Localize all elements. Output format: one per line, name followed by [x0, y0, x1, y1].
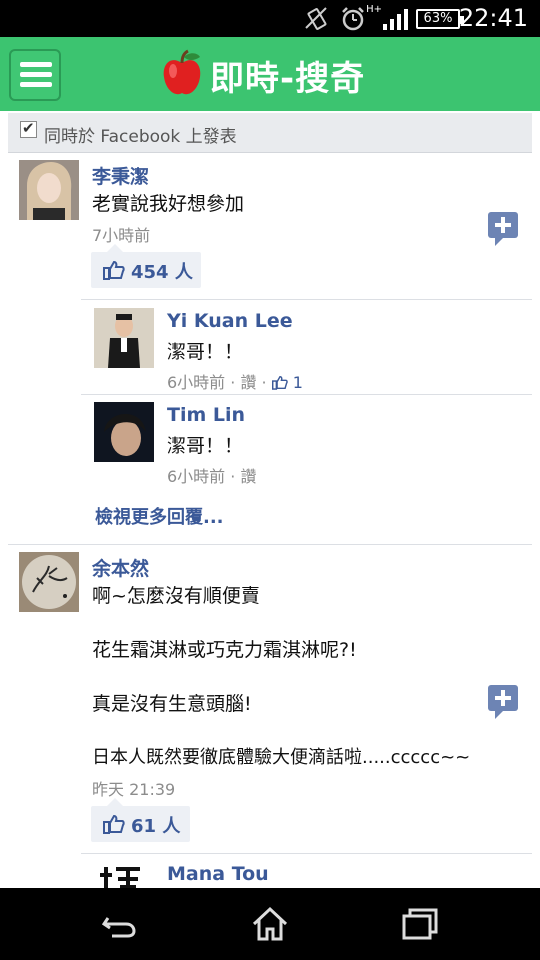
comment-time: 昨天 21:39 [92, 780, 176, 799]
like-count: 61 人 [131, 816, 181, 837]
reply-time: 6小時前 · 讚 [167, 467, 257, 486]
vibrate-icon [305, 7, 327, 30]
commenter-name[interactable]: 李秉潔 [92, 162, 149, 189]
share-checkbox[interactable] [20, 119, 37, 138]
avatar[interactable] [19, 552, 79, 612]
alarm-icon [342, 7, 364, 31]
comment-text: 啊~怎麼沒有順便賣 [92, 585, 260, 607]
thumbs-up-icon [271, 375, 288, 390]
comment-text: 花生霜淇淋或巧克力霜淇淋呢?! [92, 639, 357, 661]
like-count-box[interactable]: 454 人 [91, 244, 201, 288]
divider [81, 299, 532, 300]
system-nav-bar [0, 888, 540, 960]
reply-like-count: 1 [292, 373, 303, 392]
reply-time: 6小時前 · 讚 · [167, 373, 272, 392]
thumbs-up-icon [103, 814, 125, 834]
divider [81, 853, 532, 854]
comment-text: 老實說我好想參加 [92, 193, 245, 215]
network-type: H+ [366, 4, 382, 15]
app-title: 即時-搜奇 [210, 59, 366, 99]
comment-text: 真是沒有生意頭腦! [92, 693, 252, 715]
status-bar: H+ 63% 22:41 [0, 0, 540, 37]
reply-meta: 6小時前 · 讚 · 1 [167, 369, 303, 393]
avatar[interactable] [94, 861, 154, 888]
comment-time: 7小時前 [92, 226, 151, 245]
commenter-name[interactable]: 余本然 [92, 554, 149, 581]
reply-author-name[interactable]: Tim Lin [167, 404, 245, 426]
signal-icon [383, 9, 408, 30]
facebook-share-option[interactable]: 同時於 Facebook 上發表 [8, 113, 532, 153]
hamburger-icon[interactable] [9, 49, 61, 101]
reply-plus-icon[interactable] [487, 211, 519, 247]
facebook-share-label: 同時於 Facebook 上發表 [44, 127, 237, 147]
reply-author-name[interactable]: Mana Tou [167, 863, 269, 885]
like-count: 454 人 [131, 262, 193, 283]
reply-text: 潔哥！！ [167, 435, 244, 457]
avatar[interactable] [94, 402, 154, 462]
apple-icon [163, 49, 201, 95]
app-header: 即時-搜奇 [0, 37, 540, 111]
home-icon[interactable] [250, 904, 290, 944]
reply-plus-icon[interactable] [487, 684, 519, 720]
reply-text: 潔哥！！ [167, 341, 244, 363]
reply-author-name[interactable]: Yi Kuan Lee [167, 310, 293, 332]
comment-text: 日本人既然要徹底體驗大便滴話啦.....ccccc~~ [92, 747, 471, 768]
comments-feed[interactable]: 同時於 Facebook 上發表 李秉潔 老實說我好想參加 7小時前 454 人 [0, 111, 540, 888]
view-more-replies-link[interactable]: 檢視更多回覆... [95, 503, 224, 529]
battery-icon: 63% [416, 9, 464, 29]
avatar[interactable] [94, 308, 154, 368]
divider [8, 544, 532, 545]
like-count-box[interactable]: 61 人 [91, 798, 190, 842]
avatar[interactable] [19, 160, 79, 220]
divider [81, 394, 532, 395]
battery-level: 63% [423, 11, 453, 26]
recent-apps-icon[interactable] [400, 904, 440, 944]
clock: 22:41 [458, 4, 528, 32]
back-icon[interactable] [100, 904, 140, 944]
thumbs-up-icon [103, 260, 125, 280]
